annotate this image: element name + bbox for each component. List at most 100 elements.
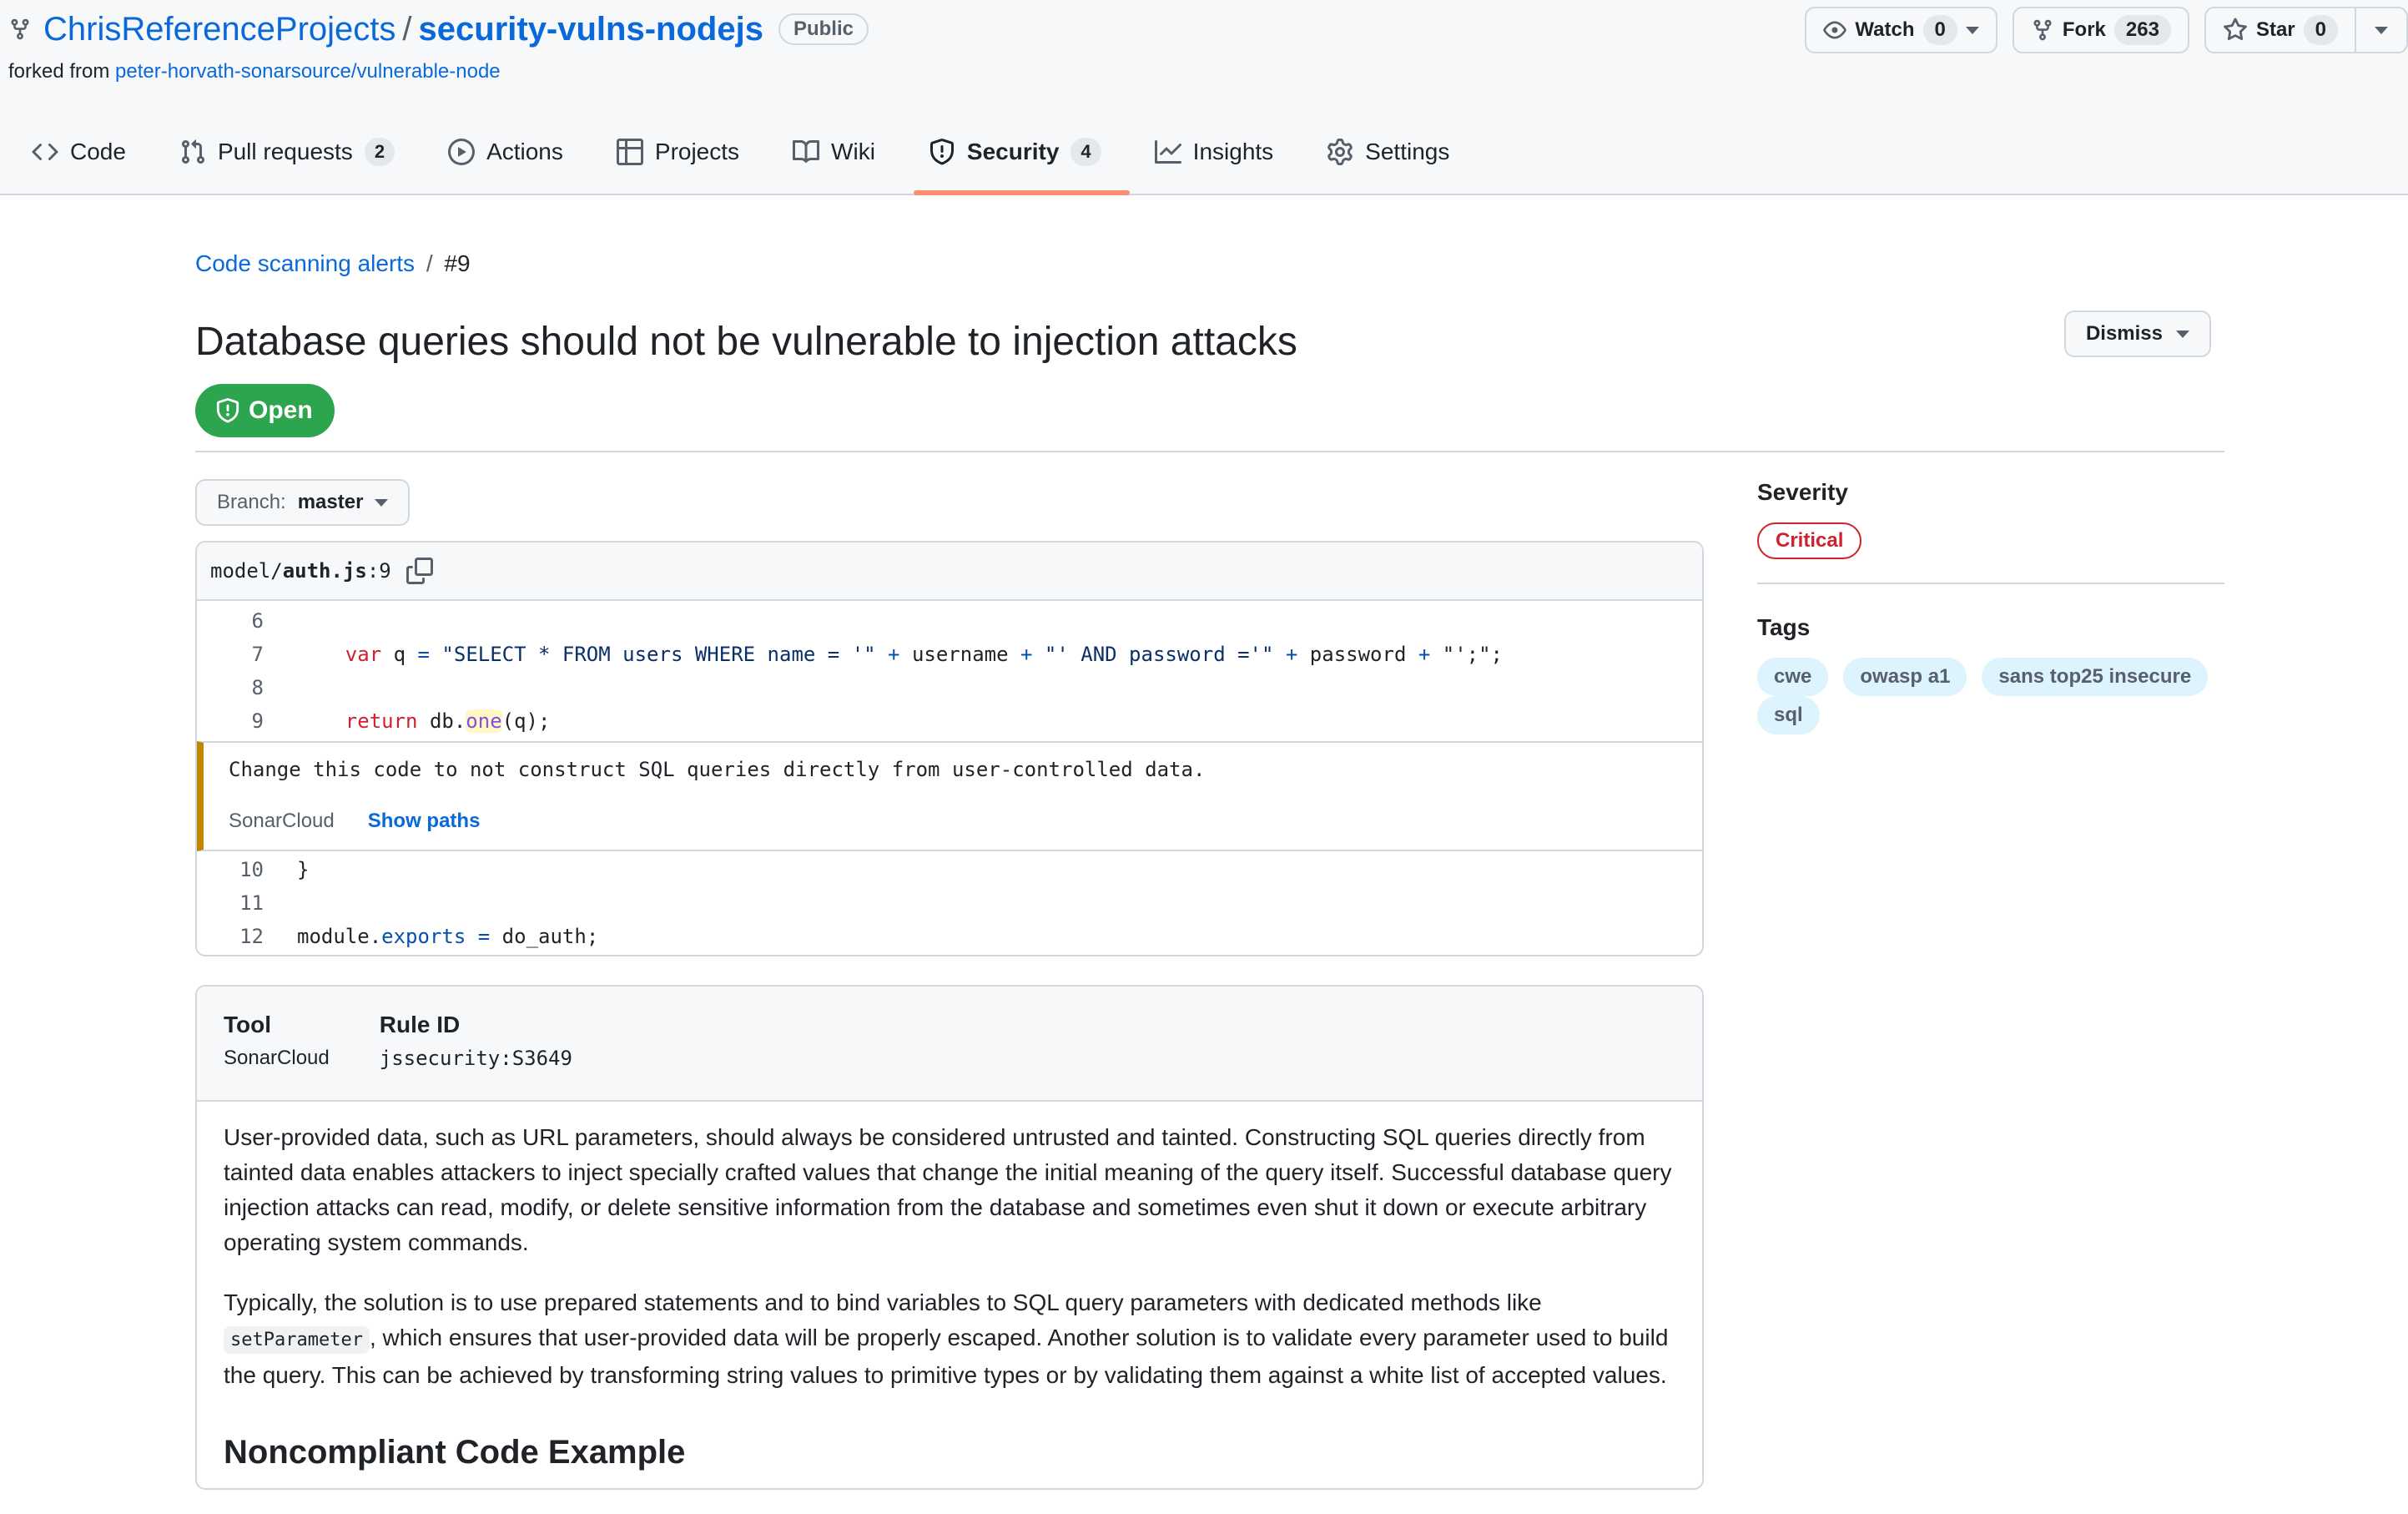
chevron-down-icon	[2375, 26, 2388, 34]
watch-button[interactable]: Watch 0	[1805, 7, 1997, 53]
paragraph-text: , which ensures that user-provided data …	[224, 1325, 1669, 1388]
rule-description: User-provided data, such as URL paramete…	[197, 1102, 1702, 1488]
code-token: "';";	[1430, 643, 1503, 666]
forked-from-label: forked from	[8, 60, 110, 83]
tab-pull-requests[interactable]: Pull requests 2	[164, 110, 423, 194]
line-number[interactable]: 6	[197, 609, 264, 633]
line-number[interactable]: 11	[197, 891, 264, 915]
gear-icon	[1327, 139, 1353, 165]
code-token: "' AND password ='"	[1032, 643, 1286, 666]
code-token: q	[381, 643, 418, 666]
file-line: :9	[366, 559, 391, 583]
tab-wiki[interactable]: Wiki	[778, 110, 904, 194]
tab-security[interactable]: Security 4	[913, 110, 1130, 195]
code-token: return	[345, 709, 418, 733]
rule-id-value: jssecurity:S3649	[379, 1047, 572, 1070]
file-path[interactable]: model/auth.js:9	[210, 559, 391, 583]
tag[interactable]: sql	[1757, 696, 1820, 734]
line-number[interactable]: 7	[197, 643, 264, 666]
chevron-down-icon	[375, 498, 389, 507]
tab-projects[interactable]: Projects	[602, 110, 768, 194]
code-line: 6	[197, 604, 1702, 638]
tab-code[interactable]: Code	[17, 110, 154, 194]
divider	[1757, 583, 2224, 584]
code-line: 7 var q = "SELECT * FROM users WHERE nam…	[197, 638, 1702, 671]
star-list-dropdown[interactable]	[2355, 8, 2406, 52]
file-name: auth.js	[282, 559, 367, 583]
pull-requests-count: 2	[364, 138, 395, 166]
star-button[interactable]: Star 0	[2206, 8, 2355, 52]
alert-details: Branch: master model/auth.js:9 6 7 var q …	[195, 479, 1704, 1490]
repo-forked-icon	[11, 18, 29, 40]
code-token: module.	[297, 925, 382, 948]
tag[interactable]: sans top25 insecure	[1982, 658, 2209, 696]
line-number[interactable]: 12	[197, 925, 264, 948]
tab-label: Security	[966, 139, 1060, 164]
code-line: 12 module.exports = do_auth;	[197, 920, 1702, 953]
forked-from: forked from peter-horvath-sonarsource/vu…	[8, 60, 501, 83]
alert-tool: SonarCloud	[229, 810, 335, 832]
code-token: do_auth;	[490, 925, 599, 948]
alert-message-meta: SonarCloud Show paths	[229, 810, 1677, 833]
branch-value: master	[297, 491, 364, 513]
star-button-group: Star 0	[2204, 7, 2408, 53]
tag[interactable]: owasp a1	[1843, 658, 1967, 696]
shield-icon	[929, 139, 954, 165]
paragraph-text: Typically, the solution is to use prepar…	[224, 1289, 1542, 1315]
code-token: one	[466, 709, 502, 733]
repo-nav-tabs: Code Pull requests 2 Actions Projects Wi…	[17, 110, 1488, 195]
tab-insights[interactable]: Insights	[1140, 110, 1302, 194]
breadcrumb-code-scanning-link[interactable]: Code scanning alerts	[195, 250, 415, 276]
tab-label: Actions	[486, 139, 563, 164]
repo-header: ChrisReferenceProjects / security-vulns-…	[0, 0, 2408, 195]
star-icon	[2224, 18, 2247, 41]
severity-heading: Severity	[1757, 479, 1848, 505]
code-token: exports	[381, 925, 466, 948]
breadcrumb: Code scanning alerts / #9	[195, 250, 471, 277]
tab-settings[interactable]: Settings	[1312, 110, 1478, 194]
code-token: }	[297, 858, 310, 881]
tab-label: Wiki	[831, 139, 875, 164]
code-token: +	[1020, 643, 1033, 666]
line-number[interactable]: 8	[197, 676, 264, 699]
repo-name-link[interactable]: security-vulns-nodejs	[419, 11, 763, 48]
tags-heading: Tags	[1757, 614, 1811, 640]
breadcrumb-current: #9	[444, 250, 471, 276]
code-snippet: model/auth.js:9 6 7 var q = "SELECT * FRO…	[195, 541, 1704, 956]
show-paths-link[interactable]: Show paths	[368, 810, 481, 833]
fork-button[interactable]: Fork 263	[2012, 7, 2189, 53]
tag[interactable]: cwe	[1757, 658, 1829, 696]
forked-from-link[interactable]: peter-horvath-sonarsource/vulnerable-nod…	[115, 60, 501, 83]
git-pull-request-icon	[181, 139, 204, 164]
fork-label: Fork	[2062, 18, 2106, 41]
line-number[interactable]: 10	[197, 858, 264, 881]
breadcrumb-separator: /	[426, 250, 433, 276]
graph-icon	[1154, 140, 1181, 164]
watch-count: 0	[1922, 15, 1957, 45]
code-token: +	[1418, 643, 1431, 666]
copy-icon[interactable]	[406, 558, 433, 584]
tab-label: Projects	[654, 139, 740, 164]
page-title: Database queries should not be vulnerabl…	[195, 320, 1297, 364]
branch-selector[interactable]: Branch: master	[195, 479, 411, 526]
code-token: username	[899, 643, 1020, 666]
branch-label: Branch:	[217, 491, 286, 513]
status-badge: Open	[195, 384, 335, 437]
tab-label: Code	[70, 139, 126, 164]
rule-id-label: Rule ID	[379, 1012, 461, 1037]
rule-tool: Tool SonarCloud	[224, 1012, 330, 1075]
fork-count: 263	[2113, 15, 2171, 45]
rule-header: Tool SonarCloud Rule ID jssecurity:S3649	[197, 987, 1702, 1102]
inline-code: setParameter	[224, 1326, 370, 1354]
code-lines-bottom: 10} 11 12 module.exports = do_auth;	[197, 851, 1702, 955]
repo-owner-link[interactable]: ChrisReferenceProjects	[43, 11, 395, 48]
dismiss-button[interactable]: Dismiss	[2063, 310, 2211, 357]
line-number[interactable]: 9	[197, 709, 264, 733]
tab-actions[interactable]: Actions	[433, 110, 592, 194]
line-source: }	[264, 858, 309, 881]
rule-paragraph: User-provided data, such as URL paramete…	[224, 1124, 1672, 1255]
status-label: Open	[249, 396, 313, 424]
